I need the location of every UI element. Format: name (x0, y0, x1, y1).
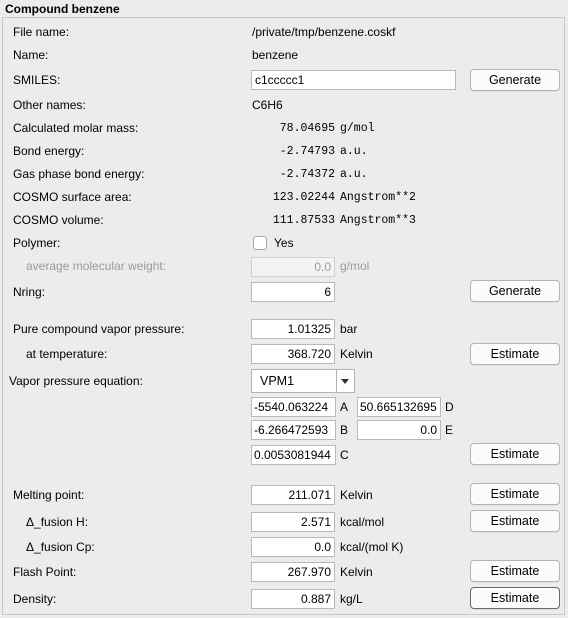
fusion-cp-unit: kcal/(mol K) (340, 540, 404, 554)
vp-coef-e-input[interactable]: 0.0 (357, 420, 441, 440)
bond-energy-value: -2.74793 (279, 145, 335, 158)
molar-mass-unit: g/mol (340, 122, 375, 135)
fusion-h-label: Δ_fusion H: (26, 515, 89, 529)
other-names-value: C6H6 (252, 98, 283, 112)
density-label: Density: (13, 592, 57, 606)
surface-area-label: COSMO surface area: (13, 190, 132, 204)
gas-bond-energy-value: -2.74372 (279, 168, 335, 181)
vp-coef-d-input[interactable]: 50.665132695 (357, 397, 441, 417)
volume-unit: Angstrom**3 (340, 214, 416, 227)
vp-coef-b-input[interactable]: -6.266472593 (251, 420, 336, 440)
name-value: benzene (252, 48, 299, 62)
melting-point-estimate-button[interactable]: Estimate (470, 483, 560, 505)
smiles-label: SMILES: (13, 73, 61, 87)
file-name-label: File name: (13, 25, 70, 39)
vp-coef-b-letter: B (340, 423, 349, 437)
density-input[interactable]: 0.887 (251, 589, 335, 609)
vp-coef-c-letter: C (340, 448, 349, 462)
molar-mass-value: 78.04695 (279, 122, 335, 135)
polymer-label: Polymer: (13, 236, 61, 250)
fusion-h-estimate-button[interactable]: Estimate (470, 510, 560, 532)
vp-coef-a-letter: A (340, 400, 349, 414)
at-temperature-input[interactable]: 368.720 (251, 344, 335, 364)
smiles-generate-button[interactable]: Generate (470, 69, 560, 91)
flash-point-unit: Kelvin (340, 565, 373, 579)
surface-area-value: 123.02244 (272, 191, 335, 204)
molar-mass-label: Calculated molar mass: (13, 121, 139, 135)
panel-title: Compound benzene (5, 2, 120, 16)
melting-point-label: Melting point: (13, 488, 85, 502)
vp-coef-a-input[interactable]: -5540.063224 (251, 397, 336, 417)
vp-equation-select[interactable]: VPM1 (251, 369, 355, 393)
vapor-pressure-input[interactable]: 1.01325 (251, 319, 335, 339)
avg-mw-unit: g/mol (340, 259, 370, 273)
avg-mw-label: average molecular weight: (26, 259, 167, 273)
file-name-value: /private/tmp/benzene.coskf (252, 25, 396, 39)
melting-point-unit: Kelvin (340, 488, 373, 502)
fusion-cp-label: Δ_fusion Cp: (26, 540, 95, 554)
chevron-down-icon (341, 379, 349, 384)
vapor-pressure-unit: bar (340, 322, 358, 336)
fusion-h-unit: kcal/mol (340, 515, 385, 529)
density-estimate-button[interactable]: Estimate (470, 587, 560, 609)
at-temperature-unit: Kelvin (340, 347, 373, 361)
polymer-checkbox-label: Yes (274, 236, 294, 250)
bond-energy-unit: a.u. (340, 145, 368, 158)
surface-area-unit: Angstrom**2 (340, 191, 416, 204)
vp-equation-estimate-button[interactable]: Estimate (470, 443, 560, 465)
nring-generate-button[interactable]: Generate (470, 280, 560, 302)
name-label: Name: (13, 48, 49, 62)
at-temperature-label: at temperature: (26, 347, 108, 361)
avg-mw-input[interactable]: 0.0 (251, 257, 335, 277)
gas-bond-energy-unit: a.u. (340, 168, 368, 181)
other-names-label: Other names: (13, 98, 86, 112)
bond-energy-label: Bond energy: (13, 144, 85, 158)
smiles-input[interactable]: c1ccccc1 (251, 70, 456, 90)
nring-input[interactable]: 6 (251, 282, 335, 302)
flash-point-label: Flash Point: (13, 565, 77, 579)
flash-point-input[interactable]: 267.970 (251, 562, 335, 582)
vp-equation-label: Vapor pressure equation: (9, 374, 143, 388)
vapor-pressure-label: Pure compound vapor pressure: (13, 322, 185, 336)
volume-label: COSMO volume: (13, 213, 104, 227)
fusion-cp-input[interactable]: 0.0 (251, 537, 335, 557)
gas-bond-energy-label: Gas phase bond energy: (13, 167, 145, 181)
flash-point-estimate-button[interactable]: Estimate (470, 560, 560, 582)
vp-coef-d-letter: D (445, 400, 454, 414)
volume-value: 111.87533 (272, 214, 335, 227)
nring-label: Nring: (13, 285, 46, 299)
density-unit: kg/L (340, 592, 363, 606)
vp-coef-c-input[interactable]: 0.0053081944 (251, 445, 336, 465)
vp-equation-selected: VPM1 (260, 374, 295, 388)
vp-coef-e-letter: E (445, 423, 454, 437)
temperature-estimate-button[interactable]: Estimate (470, 343, 560, 365)
melting-point-input[interactable]: 211.071 (251, 485, 335, 505)
polymer-checkbox[interactable] (253, 236, 267, 250)
fusion-h-input[interactable]: 2.571 (251, 512, 335, 532)
